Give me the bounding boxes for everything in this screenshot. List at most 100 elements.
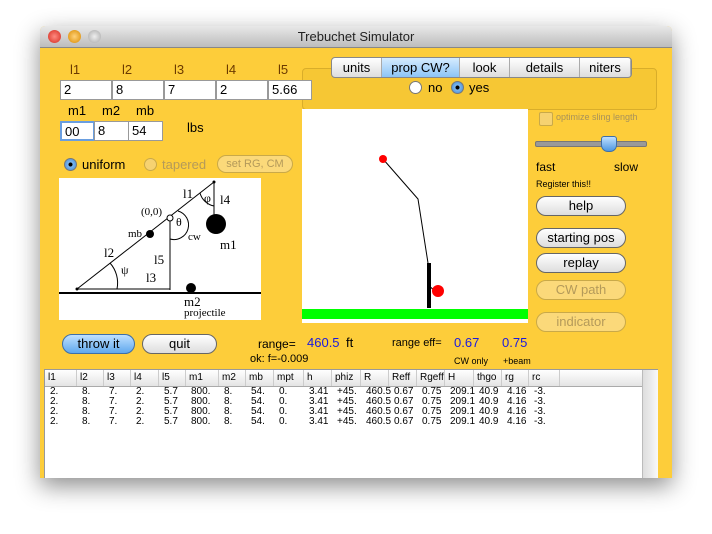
column-header-l4[interactable]: l4: [131, 370, 159, 386]
table-cell: 8.: [82, 386, 91, 397]
table-cell: 8.: [224, 406, 233, 417]
app-window: Trebuchet Simulator ft lbs uniform taper…: [40, 26, 672, 478]
diagram-label-psi: ψ: [121, 263, 129, 277]
column-header-rc[interactable]: rc: [529, 370, 560, 386]
plus-beam-label: +beam: [503, 356, 531, 366]
column-header-mpt[interactable]: mpt: [274, 370, 304, 386]
simulation-canvas: [302, 109, 528, 323]
starting-pos-button[interactable]: starting pos: [536, 228, 626, 248]
tab-prop-cw[interactable]: prop CW?: [382, 58, 460, 77]
close-button[interactable]: [48, 30, 61, 43]
cw-path-button[interactable]: CW path: [536, 280, 626, 300]
table-cell: 4.16: [507, 416, 527, 427]
length-label-l3: l3: [174, 62, 185, 77]
table-cell: 5.7: [164, 416, 178, 427]
column-header-l1[interactable]: l1: [45, 370, 77, 386]
mass-field-mb[interactable]: 54: [128, 121, 163, 141]
minimize-button[interactable]: [68, 30, 81, 43]
throw-it-button[interactable]: throw it: [62, 334, 135, 354]
column-header-l2[interactable]: l2: [77, 370, 104, 386]
diagram-label-l3: l3: [146, 270, 156, 285]
table-cell: 5.7: [164, 396, 178, 407]
speed-slider[interactable]: [535, 141, 647, 147]
length-field-l3[interactable]: 7: [164, 80, 216, 100]
eff-cw-value: 0.67: [454, 335, 480, 350]
column-header-l5[interactable]: l5: [159, 370, 186, 386]
window-title: Trebuchet Simulator: [297, 29, 415, 44]
table-cell: 0.67: [394, 386, 414, 397]
column-header-r[interactable]: R: [361, 370, 389, 386]
diagram-label-l5: l5: [154, 252, 164, 267]
table-scrollbar[interactable]: [642, 370, 658, 478]
diagram-label-mb: mb: [128, 228, 143, 240]
table-cell: 0.67: [394, 396, 414, 407]
indicator-button[interactable]: indicator: [536, 312, 626, 332]
prop-cw-no-radio[interactable]: [409, 81, 422, 94]
column-header-mb[interactable]: mb: [246, 370, 274, 386]
tab-details[interactable]: details: [510, 58, 580, 77]
table-cell: 209.1: [450, 396, 476, 407]
table-cell: 4.16: [507, 386, 527, 397]
table-cell: 2.: [50, 406, 59, 417]
table-cell: 40.9: [479, 406, 499, 417]
table-cell: 8.: [224, 416, 233, 427]
column-header-rg[interactable]: rg: [502, 370, 529, 386]
table-cell: 0.75: [422, 416, 442, 427]
tapered-radio[interactable]: [144, 158, 157, 171]
table-cell: 2.: [50, 416, 59, 427]
projectile-dot: [379, 155, 387, 163]
table-cell: 40.9: [479, 386, 499, 397]
column-header-m2[interactable]: m2: [219, 370, 246, 386]
tab-units[interactable]: units: [332, 58, 382, 77]
table-row: 2. 8. 7. 2. 5.7 800. 8. 54. 0. 3.41 +45. 460.5 0.67 0…: [45, 417, 642, 427]
length-label-l4: l4: [226, 62, 237, 77]
table-cell: 460.5: [366, 406, 392, 417]
table-cell: 8.: [224, 396, 233, 407]
length-label-l5: l5: [278, 62, 289, 77]
column-header-l3[interactable]: l3: [104, 370, 131, 386]
quit-button[interactable]: quit: [142, 334, 217, 354]
column-header-h[interactable]: h: [304, 370, 332, 386]
table-cell: +45.: [337, 406, 357, 417]
help-button[interactable]: help: [536, 196, 626, 216]
optimize-sling-checkbox[interactable]: [539, 112, 553, 126]
table-cell: 7.: [109, 386, 118, 397]
length-field-l5[interactable]: 5.66: [268, 80, 312, 100]
range-value: 460.5: [307, 335, 340, 350]
mass-field-m2[interactable]: 8: [94, 121, 129, 141]
table-cell: -3.: [534, 406, 546, 417]
length-field-l2[interactable]: 8: [112, 80, 164, 100]
column-header-thgo[interactable]: thgo: [474, 370, 502, 386]
trebuchet-post: [427, 263, 431, 308]
tab-look[interactable]: look: [460, 58, 510, 77]
set-rg-cm-button[interactable]: set RG, CM: [217, 155, 293, 173]
length-field-l4[interactable]: 2: [216, 80, 268, 100]
uniform-radio[interactable]: [64, 158, 77, 171]
mass-unit: lbs: [187, 120, 204, 135]
length-label-l1: l1: [70, 62, 81, 77]
beam-mass-icon: [146, 230, 154, 238]
column-header-m1[interactable]: m1: [186, 370, 219, 386]
table-cell: +45.: [337, 416, 357, 427]
fast-label: fast: [536, 160, 556, 174]
tab-niters[interactable]: niters: [580, 58, 631, 77]
table-cell: 2.: [136, 396, 145, 407]
diagram-label-origin: (0,0): [141, 206, 162, 218]
prop-cw-yes-radio[interactable]: [451, 81, 464, 94]
table-cell: 3.41: [309, 406, 329, 417]
mass-field-m1[interactable]: 00: [60, 121, 95, 141]
column-header-h[interactable]: H: [445, 370, 474, 386]
column-header-rgeff[interactable]: Rgeff: [417, 370, 445, 386]
replay-button[interactable]: replay: [536, 253, 626, 273]
range-unit: ft: [346, 335, 354, 350]
column-header-phiz[interactable]: phiz: [332, 370, 361, 386]
table-cell: 209.1: [450, 406, 476, 417]
column-header-reff[interactable]: Reff: [389, 370, 417, 386]
length-label-l2: l2: [122, 62, 133, 77]
table-cell: -3.: [534, 396, 546, 407]
length-field-l1[interactable]: 2: [60, 80, 112, 100]
table-cell: +45.: [337, 386, 357, 397]
optimize-sling-label: optimize sling length: [556, 112, 638, 122]
zoom-button[interactable]: [88, 30, 101, 43]
speed-slider-thumb[interactable]: [600, 136, 617, 152]
